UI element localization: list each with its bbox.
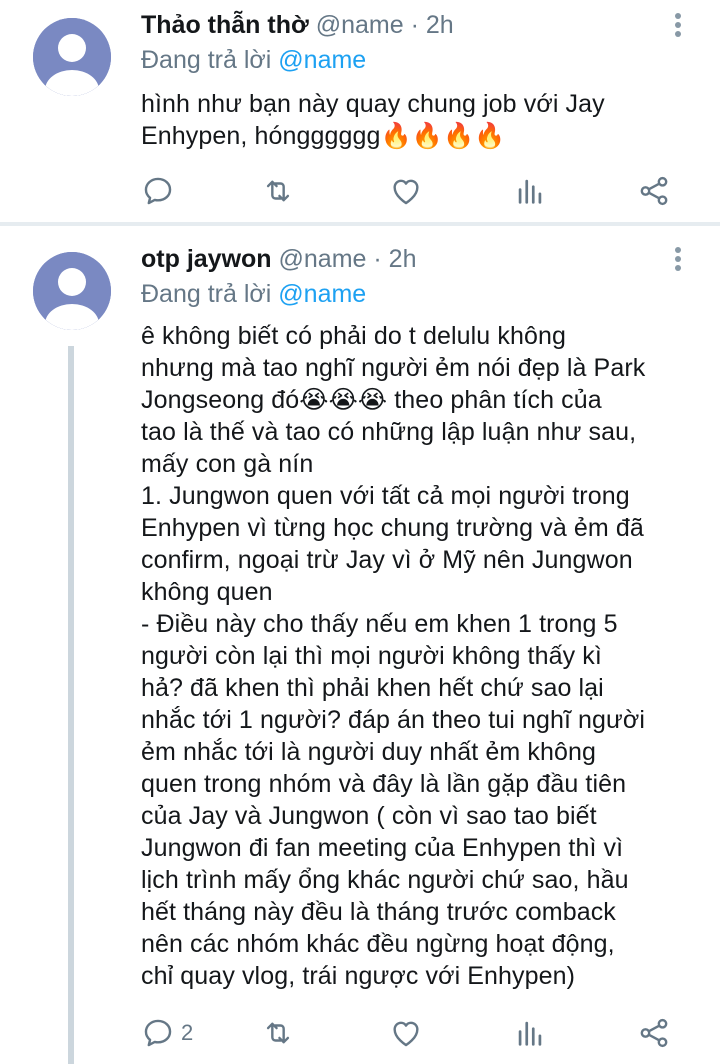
default-avatar-icon (33, 18, 111, 96)
avatar[interactable] (33, 252, 111, 330)
reply-icon (144, 177, 172, 205)
tweet-header: otp jaywon @name · 2h (141, 244, 416, 274)
retweet-icon (266, 180, 290, 202)
replying-to-label: Đang trả lời (141, 46, 272, 74)
like-icon (393, 179, 419, 205)
retweet-icon (266, 1022, 290, 1044)
tweet-text: hình như bạn này quay chung job với Jay … (141, 90, 605, 150)
separator: · (373, 245, 382, 273)
more-options-icon[interactable] (666, 244, 690, 274)
retweet-button[interactable] (261, 174, 295, 208)
like-button[interactable] (389, 174, 423, 208)
share-button[interactable] (637, 174, 671, 208)
display-name[interactable]: otp jaywon (141, 245, 272, 273)
tweet-text: ê không biết có phải do t delulu không n… (141, 322, 646, 990)
replying-to: Đang trả lời @name (141, 45, 366, 75)
tweet-header: Thảo thẫn thờ @name · 2h (141, 10, 454, 40)
like-button[interactable] (389, 1016, 423, 1050)
replying-to-label: Đang trả lời (141, 280, 272, 308)
reply-icon (144, 1019, 172, 1047)
retweet-button[interactable] (261, 1016, 295, 1050)
default-avatar-icon (33, 252, 111, 330)
thread-line (68, 346, 74, 1064)
reply-button[interactable] (141, 174, 181, 208)
tweet-actions: 2 (141, 1016, 681, 1050)
handle[interactable]: @name (279, 245, 367, 273)
analytics-button[interactable] (513, 1016, 547, 1050)
analytics-icon (518, 1021, 542, 1046)
reply-count: 2 (181, 1020, 194, 1045)
timestamp[interactable]: 2h (426, 11, 454, 39)
display-name[interactable]: Thảo thẫn thờ (141, 11, 309, 39)
tweet-actions (141, 174, 681, 208)
timestamp[interactable]: 2h (389, 245, 417, 273)
replying-to-mention[interactable]: @name (278, 280, 366, 308)
tweet[interactable]: Thảo thẫn thờ @name · 2h Đang trả lời @n… (0, 0, 720, 222)
analytics-icon (518, 179, 542, 204)
share-icon (640, 1018, 668, 1048)
share-icon (640, 176, 668, 206)
replying-to: Đang trả lời @name (141, 279, 366, 309)
replying-to-mention[interactable]: @name (278, 46, 366, 74)
tweet[interactable]: otp jaywon @name · 2h Đang trả lời @name… (0, 226, 720, 1064)
separator: · (410, 11, 419, 39)
more-options-icon[interactable] (666, 10, 690, 40)
reply-button[interactable]: 2 (141, 1016, 193, 1050)
handle[interactable]: @name (316, 11, 404, 39)
analytics-button[interactable] (513, 174, 547, 208)
share-button[interactable] (637, 1016, 671, 1050)
like-icon (393, 1021, 419, 1047)
avatar[interactable] (33, 18, 111, 96)
